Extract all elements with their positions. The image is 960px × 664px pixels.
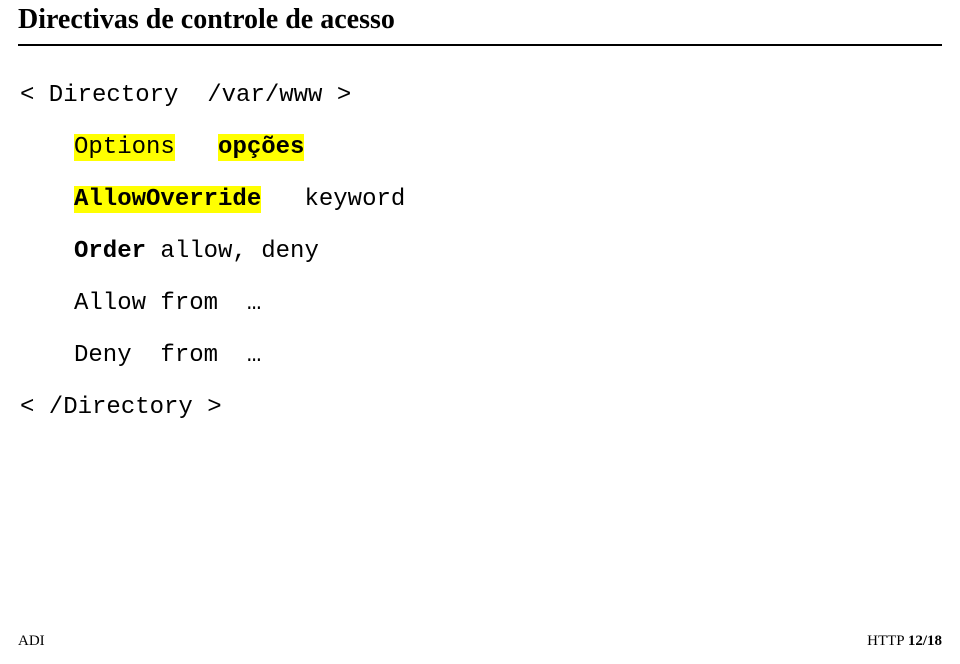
code-line-allow: Allow from … [20, 292, 942, 316]
code-line-directory-open: < Directory /var/www > [20, 84, 942, 108]
page-title: Directivas de controle de acesso [18, 4, 942, 36]
code-allowoverride-value: keyword [304, 186, 405, 213]
code-order-key: Order [74, 238, 146, 265]
code-spacer [261, 186, 304, 213]
slide-page: Directivas de controle de acesso < Direc… [0, 0, 960, 664]
page-footer: ADI HTTP 12/18 [18, 633, 942, 650]
code-options-key: Options [74, 134, 175, 161]
code-line-allowoverride: AllowOverride keyword [20, 188, 942, 212]
code-block: < Directory /var/www > Options opções Al… [18, 84, 942, 420]
footer-page-number: 12/18 [908, 633, 942, 649]
title-rule [18, 44, 942, 46]
code-spacer [175, 134, 218, 161]
footer-left: ADI [18, 633, 45, 650]
code-options-value: opções [218, 134, 304, 161]
footer-right-label: HTTP [867, 633, 908, 649]
code-allowoverride-key: AllowOverride [74, 186, 261, 213]
footer-right: HTTP 12/18 [867, 633, 942, 650]
code-line-directory-close: < /Directory > [20, 396, 942, 420]
code-line-deny: Deny from … [20, 344, 942, 368]
code-order-value: allow, deny [146, 238, 319, 265]
code-line-order: Order allow, deny [20, 240, 942, 264]
code-line-options: Options opções [20, 136, 942, 160]
